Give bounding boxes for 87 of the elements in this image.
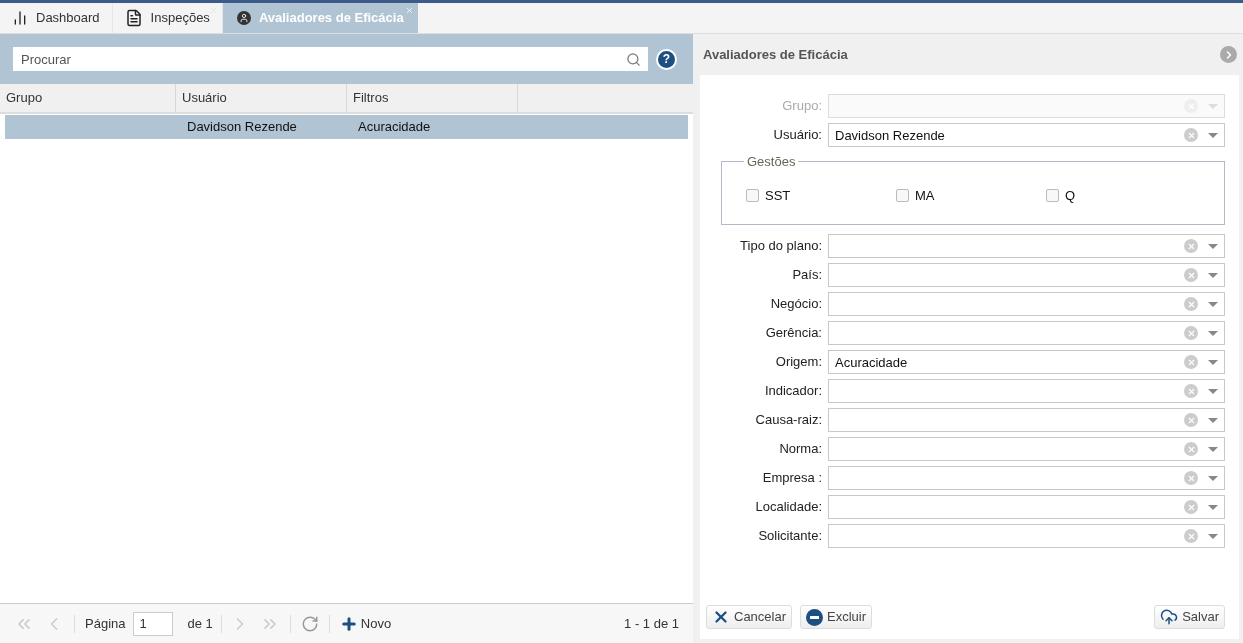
- close-icon: [712, 608, 730, 626]
- field-label: Tipo do plano:: [739, 237, 823, 256]
- dropdown-field[interactable]: Davidson Rezende: [828, 123, 1225, 147]
- field-value: Acuracidade: [835, 355, 908, 370]
- user-icon: [236, 11, 251, 25]
- field-label: Origem:: [774, 353, 823, 372]
- dropdown-field[interactable]: [828, 495, 1225, 519]
- clear-icon[interactable]: [1184, 471, 1198, 485]
- caret-icon[interactable]: [1208, 132, 1218, 138]
- cloud-upload-icon: [1160, 608, 1179, 626]
- clear-icon[interactable]: [1184, 239, 1198, 253]
- clear-icon[interactable]: [1184, 268, 1198, 282]
- dropdown-field[interactable]: [828, 466, 1225, 490]
- field-label: Norma:: [778, 440, 823, 459]
- caret-icon[interactable]: [1208, 243, 1218, 249]
- dropdown-field[interactable]: [828, 292, 1225, 316]
- caret-icon[interactable]: [1208, 504, 1218, 510]
- help-button[interactable]: ?: [656, 48, 677, 70]
- column-header[interactable]: Grupo: [0, 84, 176, 112]
- collapse-icon[interactable]: [1220, 46, 1237, 63]
- table-row[interactable]: Davidson Rezende Acuracidade: [5, 115, 688, 139]
- caret-icon[interactable]: [1208, 359, 1218, 365]
- tab[interactable]: Inspeções: [112, 3, 223, 33]
- column-header[interactable]: Usuário: [176, 84, 347, 112]
- panel-title: Avaliadores de Eficácia: [703, 45, 849, 64]
- field-label: Usuário:: [772, 126, 823, 145]
- table-cell-text: Davidson Rezende: [187, 118, 297, 137]
- close-icon[interactable]: [404, 6, 414, 15]
- search-icon[interactable]: [626, 51, 641, 67]
- dropdown-field[interactable]: [828, 263, 1225, 287]
- clear-icon[interactable]: [1184, 355, 1198, 369]
- field-label: Localidade:: [754, 498, 823, 517]
- clear-icon[interactable]: [1184, 384, 1198, 398]
- caret-icon[interactable]: [1208, 533, 1218, 539]
- checkbox[interactable]: [746, 188, 759, 202]
- caret-icon[interactable]: [1208, 475, 1218, 481]
- bar-chart-icon: [12, 10, 28, 26]
- checkbox[interactable]: [896, 188, 909, 202]
- page-label: Página: [85, 614, 126, 633]
- checkbox-label: SST: [765, 186, 791, 205]
- clear-icon[interactable]: [1184, 413, 1198, 427]
- dropdown-field[interactable]: [828, 437, 1225, 461]
- field-label: Solicitante:: [757, 527, 823, 546]
- document-icon: [124, 9, 143, 27]
- caret-icon[interactable]: [1208, 330, 1218, 336]
- action-button[interactable]: Excluir: [800, 605, 873, 629]
- field-label: Negócio:: [769, 295, 823, 314]
- column-header[interactable]: Filtros: [347, 84, 518, 112]
- caret-icon[interactable]: [1208, 388, 1218, 394]
- field-label: País:: [791, 266, 823, 285]
- caret-icon[interactable]: [1208, 272, 1218, 278]
- checkbox[interactable]: [1046, 188, 1059, 202]
- field-label: Grupo:: [781, 97, 823, 116]
- clear-icon[interactable]: [1184, 442, 1198, 456]
- checkbox-label: Q: [1065, 186, 1076, 205]
- clear-icon[interactable]: [1184, 529, 1198, 543]
- refresh-icon[interactable]: [300, 614, 319, 633]
- clear-icon[interactable]: [1184, 297, 1198, 311]
- action-button[interactable]: Salvar: [1154, 605, 1225, 629]
- page-count: de 1: [187, 614, 213, 633]
- dropdown-field[interactable]: [828, 321, 1225, 345]
- plus-icon: [339, 614, 358, 633]
- action-button[interactable]: Cancelar: [706, 605, 793, 629]
- field-label: Empresa :: [761, 469, 823, 488]
- field-label: Gerência:: [764, 324, 823, 343]
- search-field[interactable]: Procurar: [13, 47, 648, 72]
- dropdown-field[interactable]: [828, 408, 1225, 432]
- field-value: Davidson Rezende: [835, 128, 945, 143]
- clear-icon[interactable]: [1184, 326, 1198, 340]
- page-summary: 1 - 1 de 1: [624, 614, 679, 633]
- clear-icon[interactable]: [1184, 500, 1198, 514]
- page-input[interactable]: 1: [133, 611, 174, 636]
- caret-icon[interactable]: [1208, 446, 1218, 452]
- tab[interactable]: Dashboard: [0, 3, 113, 33]
- caret-icon[interactable]: [1208, 417, 1218, 423]
- dropdown-field[interactable]: [828, 234, 1225, 258]
- group-legend: Gestões: [744, 152, 799, 172]
- dropdown-field[interactable]: Acuracidade: [828, 350, 1225, 374]
- new-button[interactable]: Novo: [339, 613, 392, 634]
- caret-icon[interactable]: [1208, 301, 1218, 307]
- clear-icon[interactable]: [1184, 128, 1198, 142]
- dropdown-field[interactable]: [828, 379, 1225, 403]
- field-label: Indicador:: [763, 382, 823, 401]
- table-cell-text: Acuracidade: [358, 118, 431, 137]
- checkbox-label: MA: [915, 186, 935, 205]
- field-label: Causa-raiz:: [754, 411, 823, 430]
- dropdown-field[interactable]: [828, 524, 1225, 548]
